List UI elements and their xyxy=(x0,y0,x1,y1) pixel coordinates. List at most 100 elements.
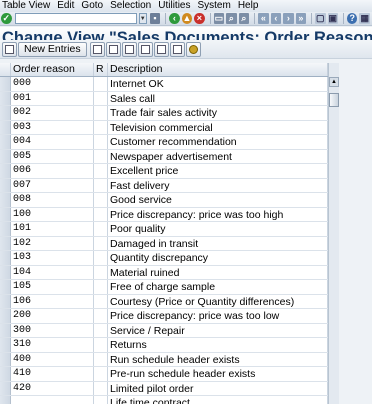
column-header-order-reason[interactable]: Order reason xyxy=(11,63,94,76)
table-row[interactable]: 101 Poor quality xyxy=(0,222,328,237)
r-cell[interactable] xyxy=(94,178,108,192)
last-page-icon[interactable]: » xyxy=(295,13,307,24)
r-cell[interactable] xyxy=(94,251,108,265)
table-row[interactable]: 200 Price discrepancy: price was too low xyxy=(0,309,328,324)
order-reason-cell[interactable]: 106 xyxy=(11,294,94,308)
row-selector[interactable] xyxy=(0,338,11,352)
table-row[interactable]: 100 Price discrepancy: price was too high xyxy=(0,207,328,222)
find-icon[interactable]: ⌕ xyxy=(226,13,237,24)
table-row[interactable]: 420 Limited pilot order xyxy=(0,381,328,396)
description-cell[interactable]: Good service xyxy=(108,193,328,207)
first-page-icon[interactable]: « xyxy=(258,13,269,24)
prev-page-icon[interactable]: ‹ xyxy=(270,13,282,24)
order-reason-cell[interactable]: 000 xyxy=(11,77,94,91)
undo-icon[interactable] xyxy=(121,41,137,57)
description-cell[interactable]: Returns xyxy=(108,338,328,352)
r-cell[interactable] xyxy=(94,367,108,381)
row-selector[interactable] xyxy=(0,193,11,207)
exit-icon[interactable]: ▲ xyxy=(181,13,193,24)
row-selector[interactable] xyxy=(0,381,11,395)
row-selector[interactable] xyxy=(0,106,11,120)
description-cell[interactable]: Free of charge sample xyxy=(108,280,328,294)
description-cell[interactable]: Poor quality xyxy=(108,222,328,236)
scroll-thumb[interactable] xyxy=(329,93,339,107)
table-row[interactable]: 006 Excellent price xyxy=(0,164,328,179)
order-reason-cell[interactable]: 103 xyxy=(11,251,94,265)
r-cell[interactable] xyxy=(94,381,108,395)
description-cell[interactable]: Run schedule header exists xyxy=(108,352,328,366)
order-reason-cell[interactable]: 200 xyxy=(11,309,94,323)
row-selector[interactable] xyxy=(0,265,11,279)
description-cell[interactable]: Price discrepancy: price was too low xyxy=(108,309,328,323)
description-cell[interactable]: Pre-run schedule header exists xyxy=(108,367,328,381)
row-selector[interactable] xyxy=(0,77,11,91)
row-selector[interactable] xyxy=(0,120,11,134)
table-row[interactable]: 001 Sales call xyxy=(0,91,328,106)
bc-set-icon[interactable] xyxy=(185,41,201,57)
r-cell[interactable] xyxy=(94,164,108,178)
shortcut-icon[interactable]: ▣ xyxy=(327,13,339,24)
order-reason-cell[interactable]: 420 xyxy=(11,381,94,395)
order-reason-cell[interactable]: 005 xyxy=(11,149,94,163)
table-row[interactable]: 102 Damaged in transit xyxy=(0,236,328,251)
command-field[interactable] xyxy=(14,13,137,24)
table-row[interactable]: 005 Newspaper advertisement xyxy=(0,149,328,164)
print-icon[interactable]: ▭ xyxy=(213,13,225,24)
r-cell[interactable] xyxy=(94,149,108,163)
r-cell[interactable] xyxy=(94,323,108,337)
select-block-icon[interactable] xyxy=(153,41,169,57)
r-cell[interactable] xyxy=(94,294,108,308)
r-cell[interactable] xyxy=(94,280,108,294)
delete-icon[interactable] xyxy=(105,41,121,57)
select-all-icon[interactable] xyxy=(137,41,153,57)
table-row[interactable]: 007 Fast delivery xyxy=(0,178,328,193)
order-reason-cell[interactable]: 100 xyxy=(11,207,94,221)
r-cell[interactable] xyxy=(94,106,108,120)
table-row[interactable]: 103 Quantity discrepancy xyxy=(0,251,328,266)
table-row[interactable]: 310 Returns xyxy=(0,338,328,353)
table-row[interactable]: 000 Internet OK xyxy=(0,77,328,92)
r-cell[interactable] xyxy=(94,207,108,221)
r-cell[interactable] xyxy=(94,338,108,352)
table-row[interactable]: 104 Material ruined xyxy=(0,265,328,280)
order-reason-cell[interactable]: 002 xyxy=(11,106,94,120)
description-cell[interactable]: Damaged in transit xyxy=(108,236,328,250)
table-row[interactable]: 008 Good service xyxy=(0,193,328,208)
row-selector[interactable] xyxy=(0,309,11,323)
order-reason-cell[interactable]: 400 xyxy=(11,352,94,366)
command-dropdown-icon[interactable]: ▼ xyxy=(138,13,147,24)
column-header-description[interactable]: Description xyxy=(108,63,328,76)
menu-table-view[interactable]: Table View xyxy=(2,0,50,12)
scroll-up-icon[interactable]: ▲ xyxy=(329,77,339,87)
r-cell[interactable] xyxy=(94,265,108,279)
row-selector[interactable] xyxy=(0,236,11,250)
r-cell[interactable] xyxy=(94,91,108,105)
back-icon[interactable]: ‹ xyxy=(169,13,180,24)
enter-icon[interactable]: ✓ xyxy=(1,13,12,24)
menu-utilities[interactable]: Utilities xyxy=(158,0,190,12)
r-cell[interactable] xyxy=(94,396,108,404)
order-reason-cell[interactable] xyxy=(11,396,94,404)
help-icon[interactable]: ? xyxy=(346,13,358,24)
description-cell[interactable]: Fast delivery xyxy=(108,178,328,192)
description-cell[interactable]: Trade fair sales activity xyxy=(108,106,328,120)
order-reason-cell[interactable]: 101 xyxy=(11,222,94,236)
table-row[interactable]: 002 Trade fair sales activity xyxy=(0,106,328,121)
r-cell[interactable] xyxy=(94,236,108,250)
row-selector[interactable] xyxy=(0,207,11,221)
r-cell[interactable] xyxy=(94,352,108,366)
row-selector[interactable] xyxy=(0,294,11,308)
table-row[interactable]: 106 Courtesy (Price or Quantity differenc… xyxy=(0,294,328,309)
row-selector[interactable] xyxy=(0,178,11,192)
menu-goto[interactable]: Goto xyxy=(81,0,103,12)
find-next-icon[interactable]: ⌕ xyxy=(238,13,250,24)
table-row[interactable]: Life time contract xyxy=(0,396,328,404)
description-cell[interactable]: Courtesy (Price or Quantity differences) xyxy=(108,294,328,308)
deselect-all-icon[interactable] xyxy=(169,41,185,57)
description-cell[interactable]: Material ruined xyxy=(108,265,328,279)
description-cell[interactable]: Internet OK xyxy=(108,77,328,91)
cancel-icon[interactable]: × xyxy=(194,13,205,24)
menu-help[interactable]: Help xyxy=(238,0,259,12)
description-cell[interactable]: Life time contract xyxy=(108,396,328,404)
row-selector[interactable] xyxy=(0,323,11,337)
